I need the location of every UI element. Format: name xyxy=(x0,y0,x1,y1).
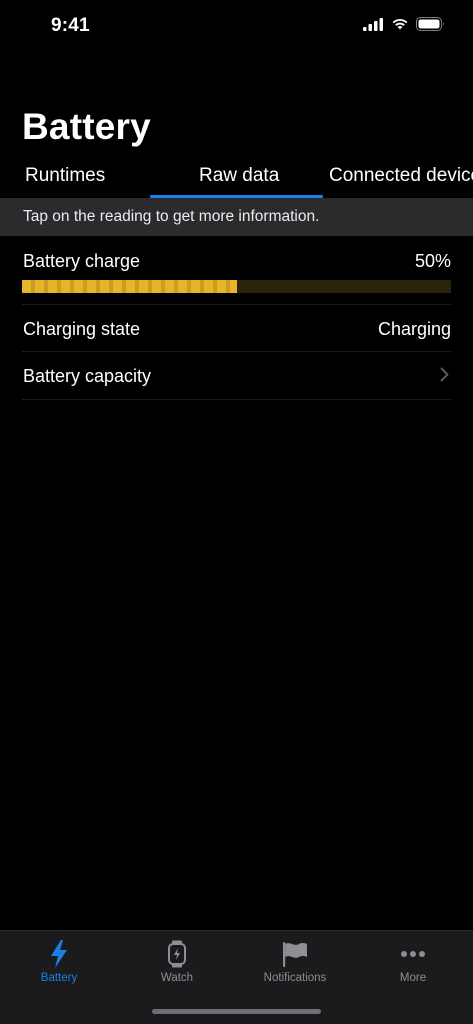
status-time: 9:41 xyxy=(51,15,90,36)
tabbar-label-more: More xyxy=(399,972,427,984)
charging-state-label: Charging state xyxy=(23,319,141,339)
screen: 9:41 Battery Runtimes Raw data Connected… xyxy=(0,0,473,1024)
chevron-right-icon xyxy=(440,367,449,382)
tabbar-item-more[interactable]: More xyxy=(354,939,472,984)
more-dots-icon xyxy=(401,951,425,957)
watch-icon xyxy=(168,940,186,968)
page-title: Battery xyxy=(22,106,151,147)
battery-charge-bar xyxy=(22,280,451,293)
info-banner-text: Tap on the reading to get more informati… xyxy=(23,208,320,225)
tabbar-label-notifications: Notifications xyxy=(263,972,327,984)
battery-charge-row[interactable]: Battery charge 50% xyxy=(22,236,451,305)
wifi-icon xyxy=(392,18,408,30)
tab-raw-data[interactable]: Raw data xyxy=(199,165,279,187)
cellular-signal-icon xyxy=(363,17,383,31)
battery-charge-label: Battery charge xyxy=(23,251,141,271)
tabbar-item-battery[interactable]: Battery xyxy=(0,939,118,984)
segment-tabs: Runtimes Raw data Connected devices xyxy=(0,160,473,198)
flag-icon xyxy=(283,942,307,967)
tab-connected-devices[interactable]: Connected devices xyxy=(329,165,473,187)
tab-runtimes[interactable]: Runtimes xyxy=(25,165,105,187)
home-indicator xyxy=(152,1009,321,1014)
tabbar-label-battery: Battery xyxy=(40,972,78,984)
info-banner: Tap on the reading to get more informati… xyxy=(0,198,473,236)
status-bar: 9:41 xyxy=(0,0,473,54)
tabbar-item-notifications[interactable]: Notifications xyxy=(236,939,354,984)
battery-capacity-label: Battery capacity xyxy=(23,366,152,386)
battery-charge-bar-fill xyxy=(22,280,237,293)
battery-charge-value: 50% xyxy=(414,251,451,271)
bolt-icon xyxy=(51,940,67,968)
charging-state-row[interactable]: Charging state Charging xyxy=(22,305,451,352)
tabbar-item-watch[interactable]: Watch xyxy=(118,939,236,984)
status-icons xyxy=(363,17,445,31)
battery-status-icon xyxy=(416,17,444,31)
tabbar-label-watch: Watch xyxy=(160,972,194,984)
charging-state-value: Charging xyxy=(377,319,451,339)
battery-capacity-row[interactable]: Battery capacity xyxy=(22,352,451,400)
